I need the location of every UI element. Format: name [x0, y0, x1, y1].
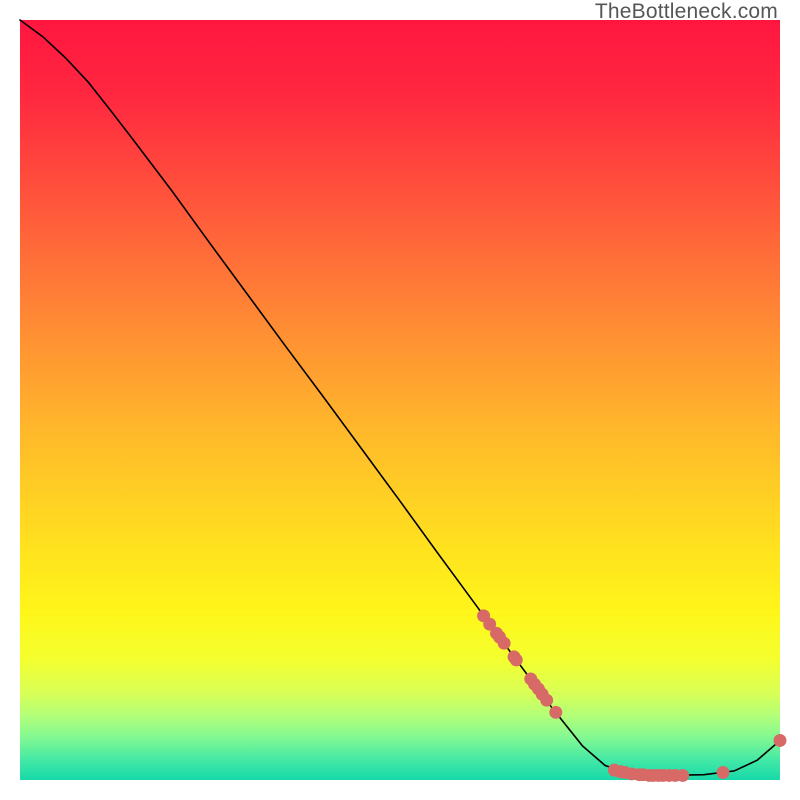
bottleneck-curve [20, 20, 780, 775]
data-marker [498, 637, 511, 650]
data-markers [477, 609, 786, 782]
data-marker [540, 694, 553, 707]
data-marker [717, 766, 730, 779]
curve-layer [20, 20, 780, 780]
data-marker [774, 734, 787, 747]
chart-container: TheBottleneck.com [0, 0, 800, 800]
data-marker [676, 769, 689, 782]
data-marker [510, 653, 523, 666]
data-marker [549, 706, 562, 719]
watermark-text: TheBottleneck.com [595, 0, 778, 24]
plot-area [20, 20, 780, 780]
